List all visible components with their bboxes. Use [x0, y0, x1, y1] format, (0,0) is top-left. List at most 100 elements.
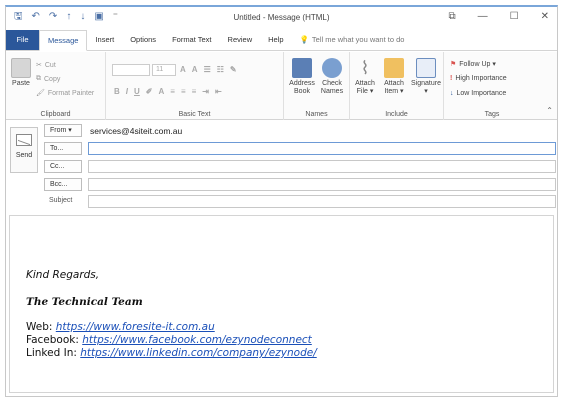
paste-icon	[11, 58, 31, 78]
lightbulb-icon: 💡	[299, 35, 309, 44]
from-value: services@4siteit.com.au	[90, 126, 183, 136]
maximize-icon[interactable]: ☐	[510, 11, 519, 22]
basic-text-group-label: Basic Text	[178, 111, 211, 118]
check-names-button[interactable]: Check Names	[318, 58, 346, 96]
web-link[interactable]: https://www.foresite-it.com.au	[56, 321, 215, 333]
attach-file-button[interactable]: ⌇ Attach File ▾	[352, 58, 378, 96]
outdent-icon[interactable]: ⇤	[215, 87, 222, 96]
tab-options[interactable]: Options	[122, 30, 164, 50]
follow-up-button[interactable]: ⚑ Follow Up ▾	[450, 60, 496, 68]
tab-file[interactable]: File	[6, 30, 39, 50]
include-group: ⌇ Attach File ▾ Attach Item ▾ Signature …	[350, 52, 444, 120]
linkedin-link[interactable]: https://www.linkedin.com/company/ezynode…	[80, 347, 317, 359]
message-body[interactable]: Kind Regards, The Technical Team Web: ht…	[9, 215, 554, 393]
to-button[interactable]: To...	[44, 142, 82, 155]
flag-icon: ⚑	[450, 61, 457, 68]
signature-button[interactable]: Signature ▾	[410, 58, 442, 96]
bullets-icon[interactable]: ☰	[204, 65, 211, 74]
check-names-icon	[322, 58, 342, 78]
shrink-font-icon[interactable]: A	[192, 65, 198, 74]
format-painter-button[interactable]: 🖌 Format Painter	[36, 89, 95, 98]
subject-input[interactable]	[88, 195, 556, 208]
font-color-icon[interactable]: A	[159, 87, 165, 96]
bold-icon[interactable]: B	[114, 87, 120, 96]
format-painter-label: Format Painter	[47, 89, 95, 97]
envelope-icon	[384, 58, 404, 78]
attach-item-button[interactable]: Attach Item ▾	[380, 58, 408, 96]
cc-button[interactable]: Cc...	[44, 160, 82, 173]
signature-web-line: Web: https://www.foresite-it.com.au	[26, 321, 215, 333]
tab-insert[interactable]: Insert	[87, 30, 122, 50]
to-input[interactable]	[88, 142, 556, 155]
attach-file-label-1: Attach	[355, 80, 375, 87]
tab-help[interactable]: Help	[260, 30, 291, 50]
underline-icon[interactable]: U	[134, 87, 140, 96]
facebook-link[interactable]: https://www.facebook.com/ezynodeconnect	[82, 334, 312, 346]
exclamation-icon: !	[450, 75, 453, 82]
web-label: Web:	[26, 321, 53, 333]
paste-button[interactable]: Paste	[9, 58, 33, 88]
copy-button[interactable]: ⧉ Copy	[36, 75, 60, 83]
close-icon[interactable]: ✕	[541, 11, 549, 22]
signature-label-2: ▾	[424, 88, 428, 95]
text-style-row: B I U ✐ A ≡ ≡ ≡ ⇥ ⇤	[114, 87, 222, 96]
follow-up-label: Follow Up ▾	[459, 61, 496, 68]
address-book-label-1: Address	[289, 80, 315, 87]
ribbon-display-icon[interactable]: ⧉	[449, 11, 456, 22]
address-book-button[interactable]: Address Book	[288, 58, 316, 96]
signature-regards: Kind Regards,	[26, 269, 100, 281]
paintbrush-icon: 🖌	[36, 90, 45, 97]
low-importance-button[interactable]: ↓ Low Importance	[450, 90, 506, 97]
high-importance-label: High Importance	[455, 75, 507, 82]
numbering-icon[interactable]: ☷	[217, 65, 224, 74]
from-button[interactable]: From ▾	[44, 124, 82, 137]
signature-facebook-line: Facebook: https://www.facebook.com/ezyno…	[26, 334, 312, 346]
collapse-ribbon-icon[interactable]: ⌃	[546, 106, 553, 115]
linkedin-label: Linked In:	[26, 347, 77, 359]
tell-me-box[interactable]: 💡 Tell me what you want to do	[292, 30, 413, 50]
indent-icon[interactable]: ⇥	[202, 87, 209, 96]
send-button[interactable]: Send	[10, 127, 38, 173]
names-group-label: Names	[305, 111, 328, 118]
align-left-icon[interactable]: ≡	[170, 87, 175, 96]
highlight-icon[interactable]: ✐	[146, 87, 153, 96]
font-size-select[interactable]: 11	[152, 64, 176, 76]
paperclip-icon: ⌇	[360, 58, 370, 78]
address-book-label-2: Book	[294, 88, 310, 95]
check-names-label-2: Names	[320, 88, 344, 95]
italic-icon[interactable]: I	[126, 87, 128, 96]
signature-team: The Technical Team	[26, 296, 143, 308]
minimize-icon[interactable]: —	[478, 11, 488, 22]
signature-linkedin-line: Linked In: https://www.linkedin.com/comp…	[26, 347, 317, 359]
high-importance-button[interactable]: ! High Importance	[450, 75, 507, 82]
bcc-input[interactable]	[88, 178, 556, 191]
align-right-icon[interactable]: ≡	[192, 87, 197, 96]
names-group: Address Book Check Names Names	[284, 52, 350, 120]
message-window: 🖫 ↶ ↷ ↑ ↓ ▣ ⁼ Untitled - Message (HTML) …	[5, 5, 558, 397]
check-names-label-1: Check	[322, 80, 342, 87]
copy-label: Copy	[44, 75, 61, 83]
ribbon-tabs: File Message Insert Options Format Text …	[6, 30, 557, 51]
bcc-button[interactable]: Bcc...	[44, 178, 82, 191]
tab-message[interactable]: Message	[39, 30, 88, 51]
clear-format-icon[interactable]: ✎	[230, 65, 237, 74]
attach-item-label-1: Attach	[384, 80, 404, 87]
tags-group: ⚑ Follow Up ▾ ! High Importance ↓ Low Impor…	[444, 52, 540, 120]
tab-review[interactable]: Review	[220, 30, 261, 50]
title-bar: 🖫 ↶ ↷ ↑ ↓ ▣ ⁼ Untitled - Message (HTML) …	[6, 7, 557, 29]
align-center-icon[interactable]: ≡	[181, 87, 186, 96]
down-arrow-icon: ↓	[450, 90, 454, 97]
subject-label: Subject	[49, 197, 73, 204]
cc-input[interactable]	[88, 160, 556, 173]
font-name-select[interactable]	[112, 64, 150, 76]
grow-font-icon[interactable]: A	[180, 65, 186, 74]
cut-button[interactable]: ✂ Cut	[36, 61, 56, 70]
attach-item-label-2: Item ▾	[384, 88, 404, 95]
send-label: Send	[15, 152, 33, 159]
clipboard-group-label: Clipboard	[40, 111, 71, 118]
signature-icon	[416, 58, 436, 78]
tab-format-text[interactable]: Format Text	[164, 30, 219, 50]
attach-file-label-2: File ▾	[356, 88, 374, 95]
ribbon: Paste ✂ Cut ⧉ Copy 🖌 Format Painter Clipboa…	[6, 52, 557, 120]
copy-icon: ⧉	[36, 75, 41, 82]
